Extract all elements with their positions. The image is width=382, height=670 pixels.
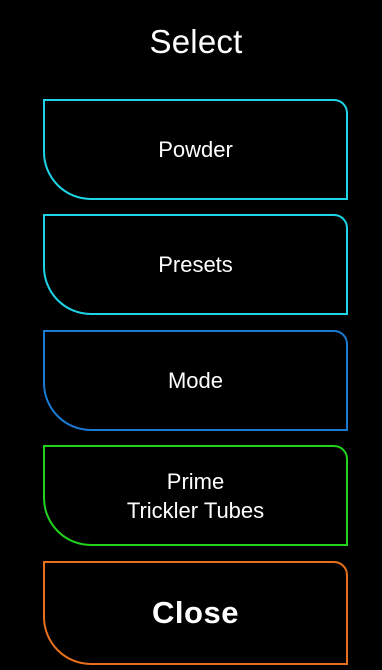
presets-button[interactable]: Presets (43, 214, 348, 315)
prime-trickler-tubes-button-label: Prime Trickler Tubes (126, 468, 265, 523)
prime-trickler-tubes-button[interactable]: Prime Trickler Tubes (43, 445, 348, 546)
powder-button[interactable]: Powder (43, 99, 348, 200)
mode-button-label: Mode (167, 367, 224, 393)
presets-button-label: Presets (158, 251, 233, 277)
powder-button-label: Powder (158, 136, 233, 162)
close-button-label: Close (152, 595, 239, 630)
select-menu-screen: Select Powder Presets Mode Prime Trickle… (0, 0, 382, 670)
close-button[interactable]: Close (43, 561, 348, 665)
mode-button[interactable]: Mode (43, 330, 348, 431)
page-title: Select (149, 23, 243, 60)
